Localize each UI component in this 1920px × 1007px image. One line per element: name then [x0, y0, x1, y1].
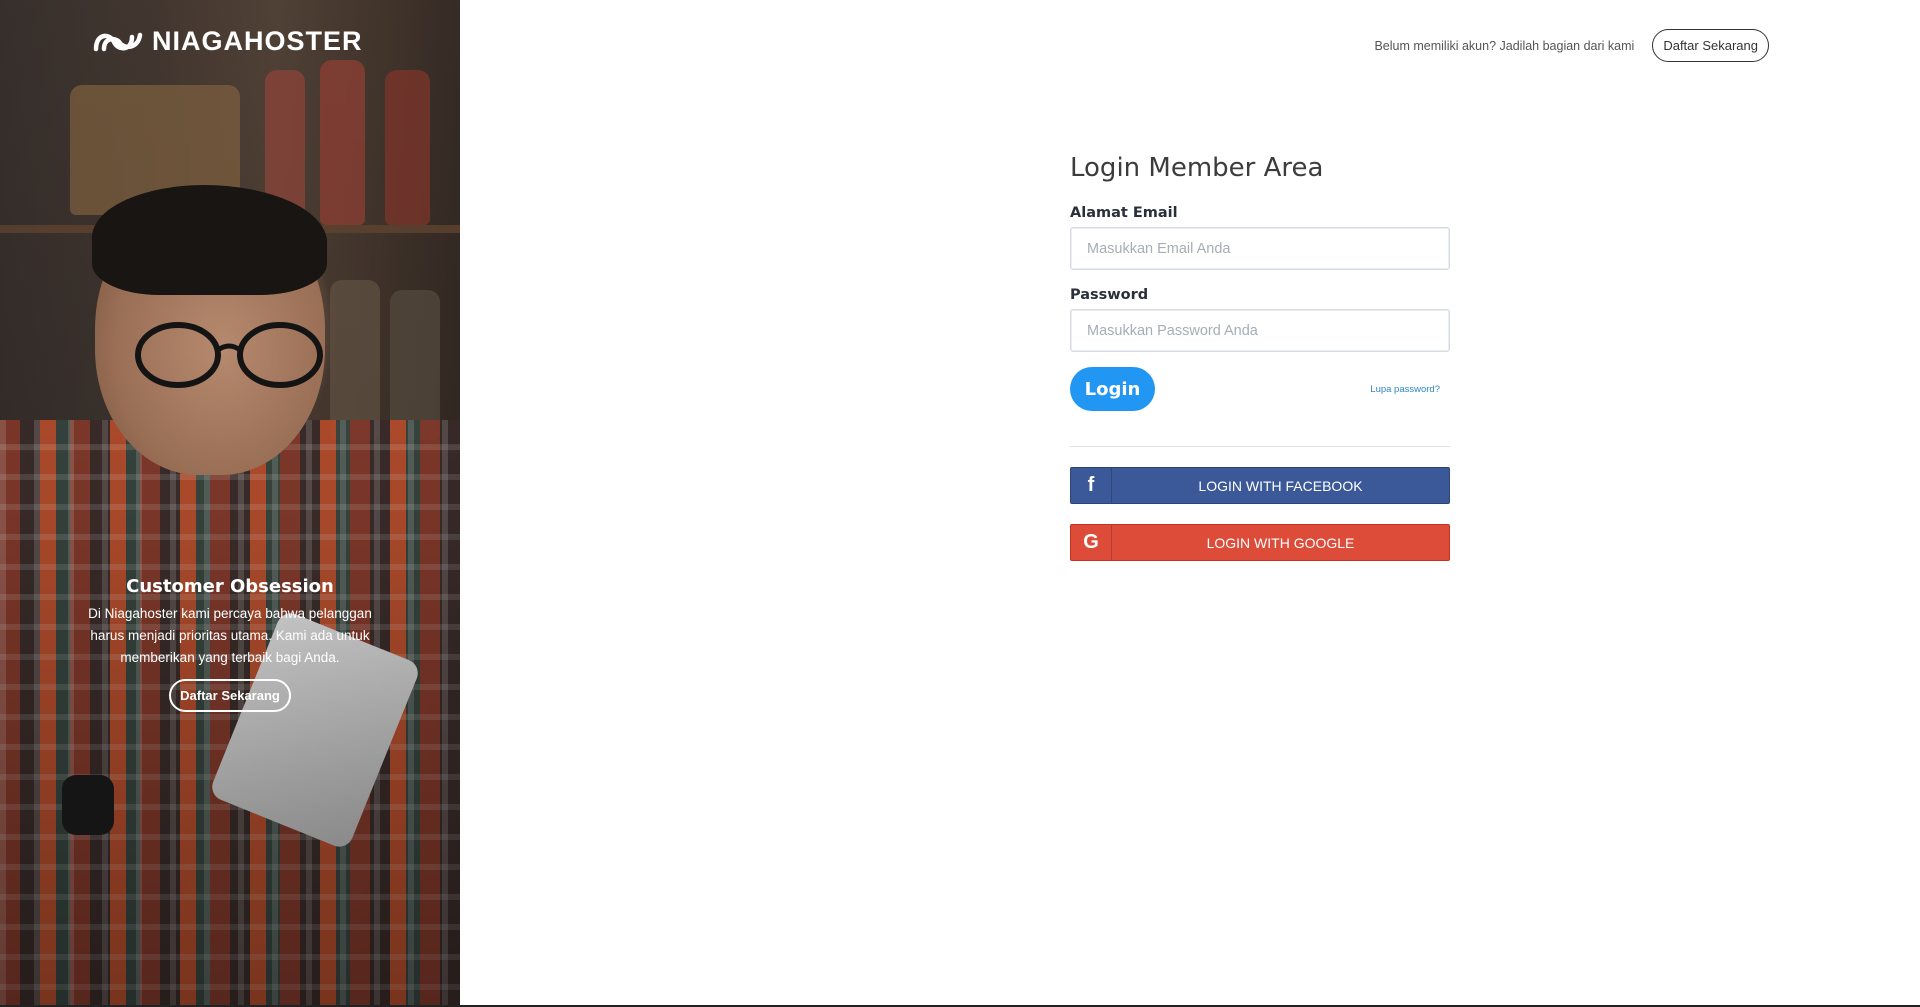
brand-name: NIAGAHOSTER — [152, 26, 363, 56]
facebook-login-button[interactable]: f LOGIN WITH FACEBOOK — [1070, 467, 1450, 504]
hero-panel: NIAGAHOSTER Customer Obsession Di Niagah… — [0, 0, 460, 1005]
login-button[interactable]: Login — [1070, 367, 1155, 411]
google-login-button[interactable]: G LOGIN WITH GOOGLE — [1070, 524, 1450, 561]
signup-prompt: Belum memiliki akun? Jadilah bagian dari… — [1374, 38, 1635, 53]
facebook-login-label: LOGIN WITH FACEBOOK — [1198, 477, 1363, 494]
top-bar: Belum memiliki akun? Jadilah bagian dari… — [1374, 29, 1769, 62]
hero-description: Di Niagahoster kami percaya bahwa pelang… — [88, 606, 372, 665]
password-group: Password — [1070, 287, 1450, 352]
page-title: Login Member Area — [1070, 153, 1324, 183]
google-icon: G — [1071, 525, 1112, 560]
hero-copy: Customer Obsession Di Niagahoster kami p… — [60, 576, 400, 712]
email-group: Alamat Email — [1070, 205, 1450, 270]
password-label: Password — [1070, 287, 1149, 303]
forgot-password-link[interactable]: Lupa password? — [1370, 384, 1440, 395]
email-field[interactable] — [1070, 227, 1450, 270]
divider — [1070, 446, 1450, 447]
login-actions: Login Lupa password? — [1070, 367, 1450, 411]
hero-signup-button[interactable]: Daftar Sekarang — [169, 679, 291, 712]
login-form: Login Member Area Alamat Email Password … — [1070, 153, 1450, 581]
password-field[interactable] — [1070, 309, 1450, 352]
niagahoster-logo-icon — [93, 32, 143, 51]
email-label: Alamat Email — [1070, 205, 1178, 221]
hero-title: Customer Obsession — [126, 576, 334, 597]
facebook-icon: f — [1071, 468, 1112, 503]
signup-button[interactable]: Daftar Sekarang — [1652, 29, 1769, 62]
google-login-label: LOGIN WITH GOOGLE — [1206, 534, 1355, 551]
brand-logo[interactable]: NIAGAHOSTER — [92, 26, 363, 57]
hero-overlay — [0, 0, 460, 1005]
